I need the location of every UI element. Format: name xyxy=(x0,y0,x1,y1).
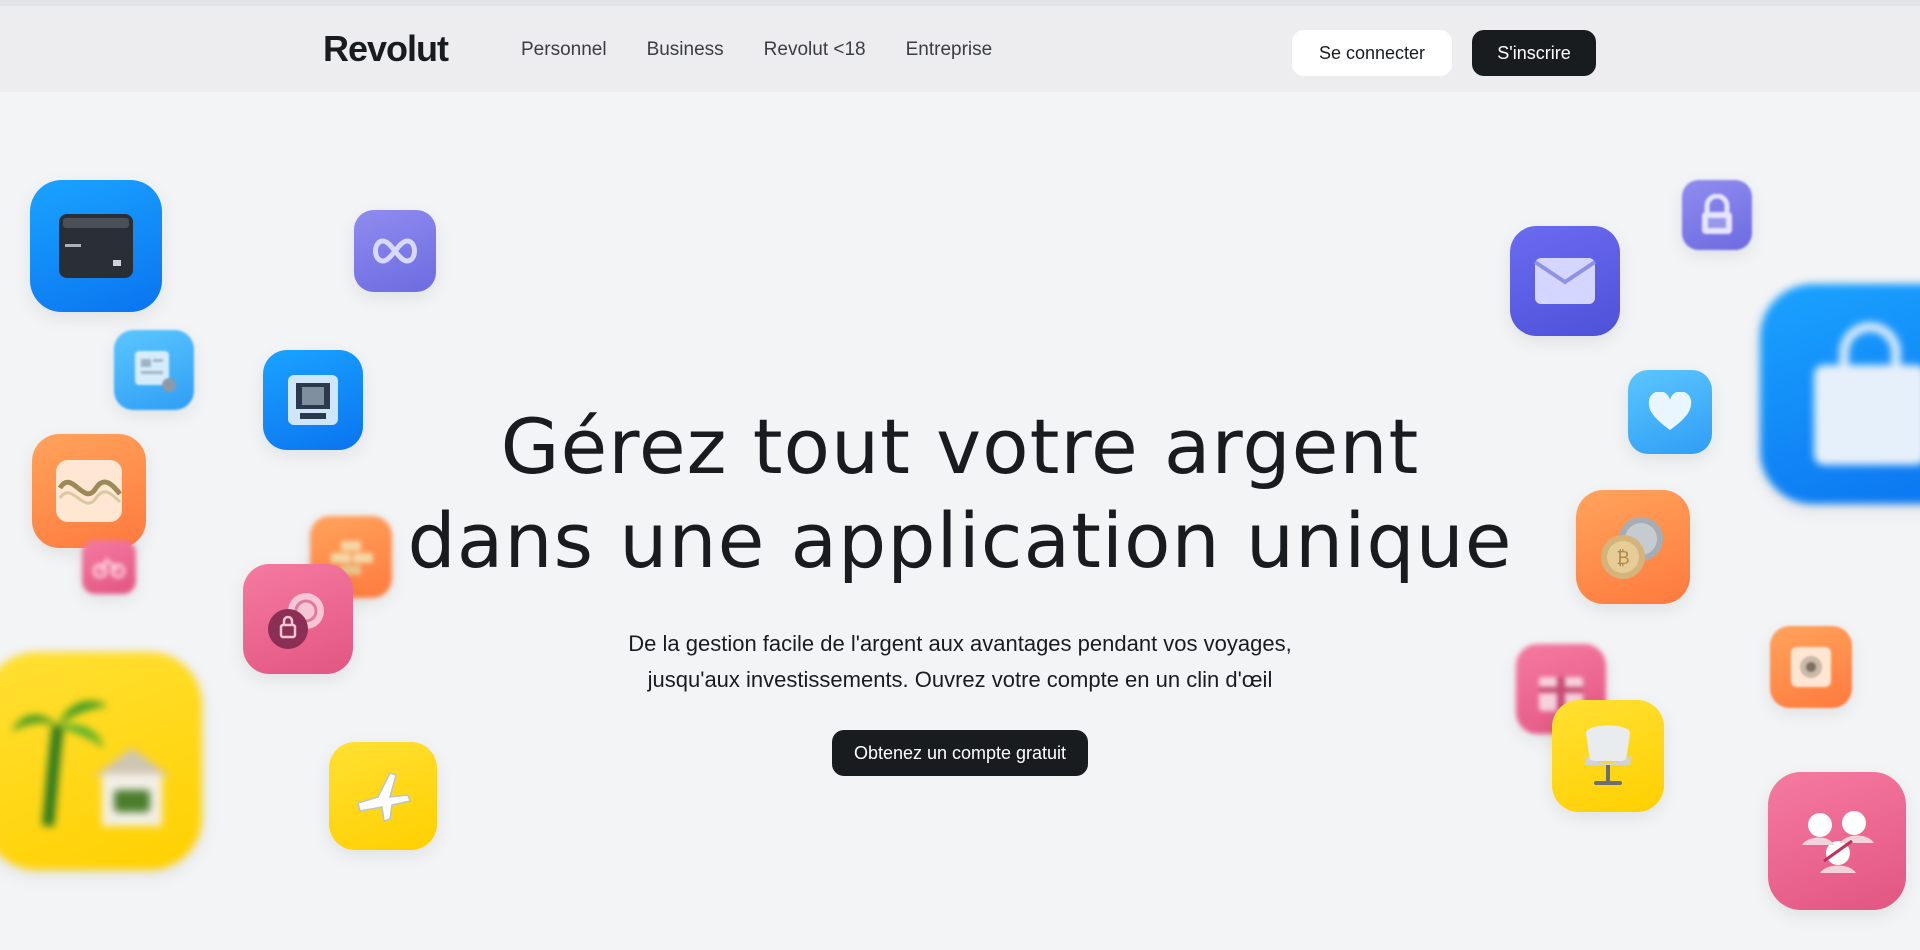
lock-coin-icon xyxy=(243,564,353,674)
svg-text:₿: ₿ xyxy=(1616,548,1629,569)
hero-subtitle-line1: De la gestion facile de l'argent aux ava… xyxy=(628,631,1292,656)
people-icon xyxy=(1768,772,1906,910)
hero-title-line2: dans une application unique xyxy=(407,496,1513,585)
hero-title-line1: Gérez tout votre argent xyxy=(500,402,1420,491)
revolut-logo[interactable]: Revolut xyxy=(323,28,449,70)
signup-button[interactable]: S'inscrire xyxy=(1472,30,1596,76)
nav-personnel[interactable]: Personnel xyxy=(521,39,607,61)
nav-entreprise[interactable]: Entreprise xyxy=(906,39,993,61)
shopping-bag-icon xyxy=(1760,284,1920,504)
chart-wave-icon xyxy=(32,434,146,548)
bicycle-icon xyxy=(82,540,136,594)
padlock-icon xyxy=(1682,180,1752,250)
top-navigation-bar: Revolut Personnel Business Revolut <18 E… xyxy=(0,0,1920,92)
vault-icon xyxy=(1770,626,1852,708)
id-card-icon xyxy=(114,330,194,410)
infinity-icon xyxy=(354,210,436,292)
airplane-icon xyxy=(329,742,437,850)
card-icon xyxy=(30,180,162,312)
chair-icon xyxy=(1552,700,1664,812)
nav-revolut-under-18[interactable]: Revolut <18 xyxy=(764,39,866,61)
crypto-coins-icon: ₿ xyxy=(1576,490,1690,604)
nav-business[interactable]: Business xyxy=(647,39,724,61)
login-button[interactable]: Se connecter xyxy=(1292,30,1452,76)
main-nav: Personnel Business Revolut <18 Entrepris… xyxy=(521,39,1032,61)
envelope-icon xyxy=(1510,226,1620,336)
heart-icon xyxy=(1628,370,1712,454)
hero-subtitle-line2: jusqu'aux investissements. Ouvrez votre … xyxy=(647,667,1273,692)
get-free-account-button[interactable]: Obtenez un compte gratuit xyxy=(831,730,1089,776)
atm-icon xyxy=(263,350,363,450)
palm-house-icon xyxy=(0,652,202,870)
